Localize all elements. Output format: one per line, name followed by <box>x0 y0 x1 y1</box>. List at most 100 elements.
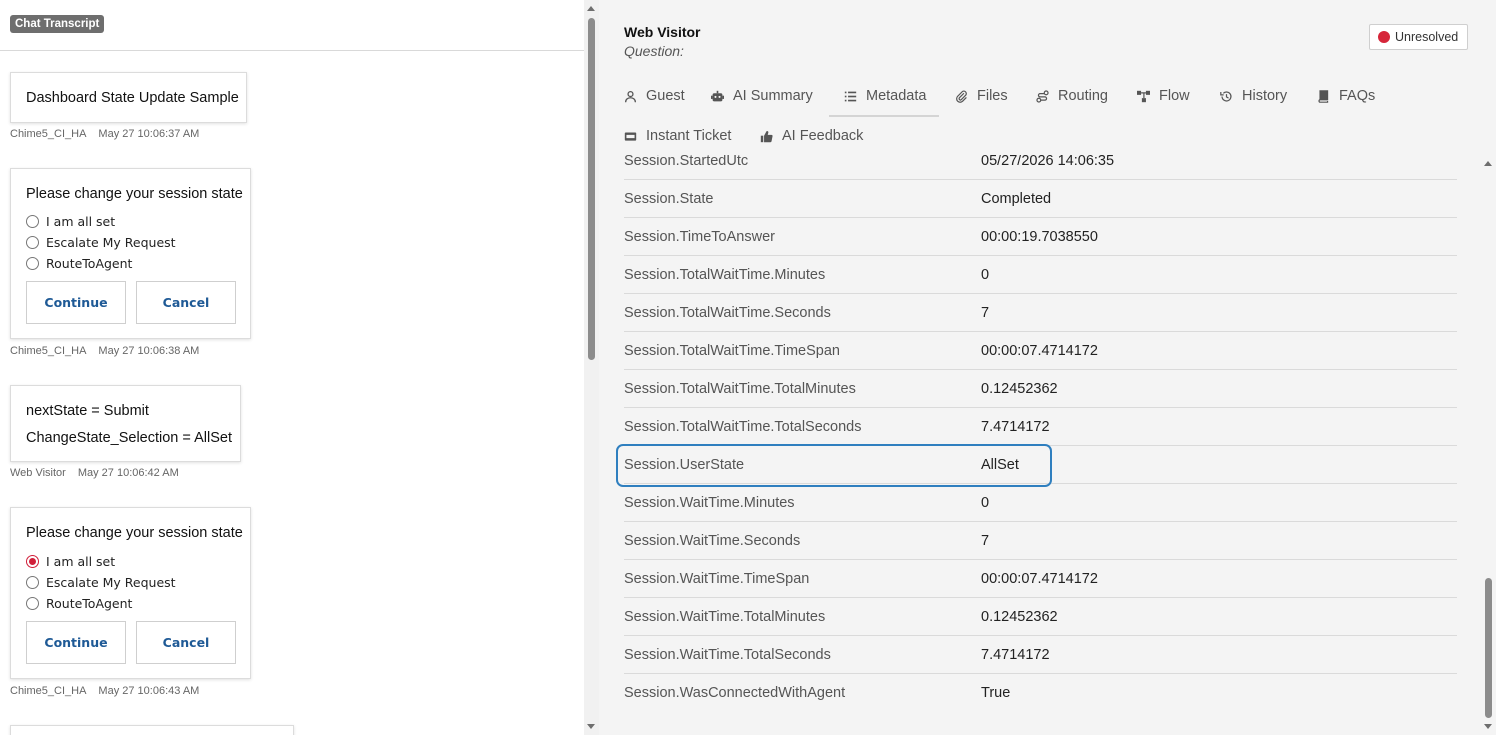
metadata-value: 7 <box>981 305 990 321</box>
chat-transcript-pane: Chat Transcript Dashboard State Update S… <box>0 0 584 735</box>
continue-button[interactable]: Continue <box>26 621 126 664</box>
continue-button[interactable]: Continue <box>26 281 126 324</box>
message-meta: Chime5_CI_HA May 27 10:06:37 AM <box>10 128 199 140</box>
metadata-value: 0 <box>981 267 990 283</box>
metadata-key: Session.WaitTime.TotalMinutes <box>624 609 826 625</box>
metadata-value: 00:00:19.7038550 <box>981 229 1098 245</box>
cancel-button[interactable]: Cancel <box>136 281 236 324</box>
radio-label: I am all set <box>46 213 116 229</box>
radio-option-escalate[interactable]: Escalate My Request <box>26 234 176 250</box>
metadata-value: 00:00:07.4714172 <box>981 571 1098 587</box>
transcript-badge: Chat Transcript <box>10 15 105 33</box>
tab-label: AI Feedback <box>782 128 864 144</box>
message-meta: Chime5_CI_HA May 27 10:06:38 AM <box>10 345 199 357</box>
message-time: May 27 10:06:42 AM <box>77 467 179 479</box>
message-time: May 27 10:06:38 AM <box>98 345 200 357</box>
tab-label: History <box>1242 88 1288 104</box>
metadata-value: Completed <box>981 191 1052 207</box>
scroll-down-arrow-icon[interactable] <box>587 724 595 729</box>
table-row: Session.WaitTime.TotalMinutes 0.12452362 <box>624 598 1457 636</box>
radio-button-selected[interactable] <box>26 554 39 568</box>
radio-button[interactable] <box>26 596 39 610</box>
metadata-value: 7.4714172 <box>981 419 1050 435</box>
tab-label: Metadata <box>866 88 927 104</box>
tab-routing[interactable]: Routing <box>1036 84 1108 108</box>
routing-icon <box>1036 89 1049 103</box>
transcript-scrollbar[interactable] <box>584 0 599 735</box>
metadata-scrollbar[interactable] <box>1481 155 1496 735</box>
tab-metadata[interactable]: Metadata <box>844 84 926 108</box>
message-time: May 27 10:06:37 AM <box>98 128 200 140</box>
message-meta: Web Visitor May 27 10:06:42 AM <box>10 467 179 479</box>
metadata-key: Session.TotalWaitTime.Seconds <box>624 305 831 321</box>
radio-option-route-to-agent[interactable]: RouteToAgent <box>26 255 132 271</box>
message-line: ChangeState_Selection = AllSet <box>26 430 232 446</box>
radio-option-all-set[interactable]: I am all set <box>26 213 115 229</box>
tab-ai-summary[interactable]: AI Summary <box>711 84 813 108</box>
metadata-value: 0.12452362 <box>981 609 1058 625</box>
radio-button[interactable] <box>26 235 39 249</box>
radio-option-all-set[interactable]: I am all set <box>26 553 115 569</box>
metadata-key: Session.TotalWaitTime.Minutes <box>624 267 826 283</box>
radio-label: Escalate My Request <box>46 234 176 250</box>
table-row: Session.TotalWaitTime.Seconds 7 <box>624 294 1457 332</box>
metadata-key: Session.TotalWaitTime.TotalMinutes <box>624 381 856 397</box>
tab-guest[interactable]: Guest <box>624 84 685 108</box>
radio-label: Escalate My Request <box>46 574 176 590</box>
metadata-value: 0.12452362 <box>981 381 1058 397</box>
tab-ai-feedback[interactable]: AI Feedback <box>760 124 863 148</box>
metadata-value: True <box>981 685 1011 701</box>
visitor-name: Web Visitor <box>624 24 701 40</box>
cancel-button[interactable]: Cancel <box>136 621 236 664</box>
scroll-up-arrow-icon[interactable] <box>587 6 595 11</box>
tab-flow[interactable]: Flow <box>1137 84 1190 108</box>
radio-button[interactable] <box>26 575 39 589</box>
message-sender: Chime5_CI_HA <box>10 128 87 140</box>
state-form-card: Please change your session state I am al… <box>10 168 251 339</box>
person-icon <box>624 90 637 102</box>
message-bubble <box>10 725 294 735</box>
radio-option-escalate[interactable]: Escalate My Request <box>26 574 176 590</box>
scrollbar-thumb[interactable] <box>588 18 595 360</box>
scroll-down-arrow-icon[interactable] <box>1484 724 1492 729</box>
form-prompt: Please change your session state <box>26 525 243 541</box>
tab-files[interactable]: Files <box>955 84 1008 108</box>
radio-option-route-to-agent[interactable]: RouteToAgent <box>26 595 132 611</box>
transcript-header: Chat Transcript <box>0 0 584 51</box>
session-details-pane: Web Visitor Question: Unresolved Guest A… <box>599 0 1496 735</box>
metadata-key: Session.WaitTime.Minutes <box>624 495 795 511</box>
flow-icon <box>1137 90 1150 102</box>
table-row: Session.WaitTime.Minutes 0 <box>624 484 1457 522</box>
tab-faqs[interactable]: FAQs <box>1317 84 1375 108</box>
metadata-key: Session.TotalWaitTime.TimeSpan <box>624 343 840 359</box>
metadata-value: 7.4714172 <box>981 647 1050 663</box>
tab-instant-ticket[interactable]: Instant Ticket <box>624 124 731 148</box>
tab-label: AI Summary <box>733 88 813 104</box>
table-row: Session.WaitTime.TotalSeconds 7.4714172 <box>624 636 1457 674</box>
scroll-up-arrow-icon[interactable] <box>1484 161 1492 166</box>
ticket-icon <box>624 131 637 141</box>
radio-button[interactable] <box>26 256 39 270</box>
metadata-value: 7 <box>981 533 990 549</box>
status-badge[interactable]: Unresolved <box>1369 24 1469 50</box>
metadata-key: Session.WaitTime.TotalSeconds <box>624 647 831 663</box>
tab-label: Files <box>977 88 1008 104</box>
tab-label: Guest <box>646 88 685 104</box>
active-tab-indicator <box>829 115 939 117</box>
radio-label: RouteToAgent <box>46 595 133 611</box>
message-time: May 27 10:06:43 AM <box>98 685 200 697</box>
metadata-value: 00:00:07.4714172 <box>981 343 1098 359</box>
state-form-card: Please change your session state I am al… <box>10 507 251 679</box>
table-row: Session.WaitTime.Seconds 7 <box>624 522 1457 560</box>
metadata-key: Session.State <box>624 191 714 207</box>
tab-label: Instant Ticket <box>646 128 732 144</box>
metadata-key: Session.StartedUtc <box>624 155 749 169</box>
message-bubble: nextState = Submit ChangeState_Selection… <box>10 385 241 462</box>
question-label: Question: <box>624 43 684 59</box>
tab-history[interactable]: History <box>1220 84 1287 108</box>
scrollbar-thumb[interactable] <box>1485 578 1492 718</box>
table-row: Session.State Completed <box>624 180 1457 218</box>
metadata-key: Session.WasConnectedWithAgent <box>624 685 846 701</box>
tab-label: Flow <box>1159 88 1190 104</box>
radio-button[interactable] <box>26 214 39 228</box>
